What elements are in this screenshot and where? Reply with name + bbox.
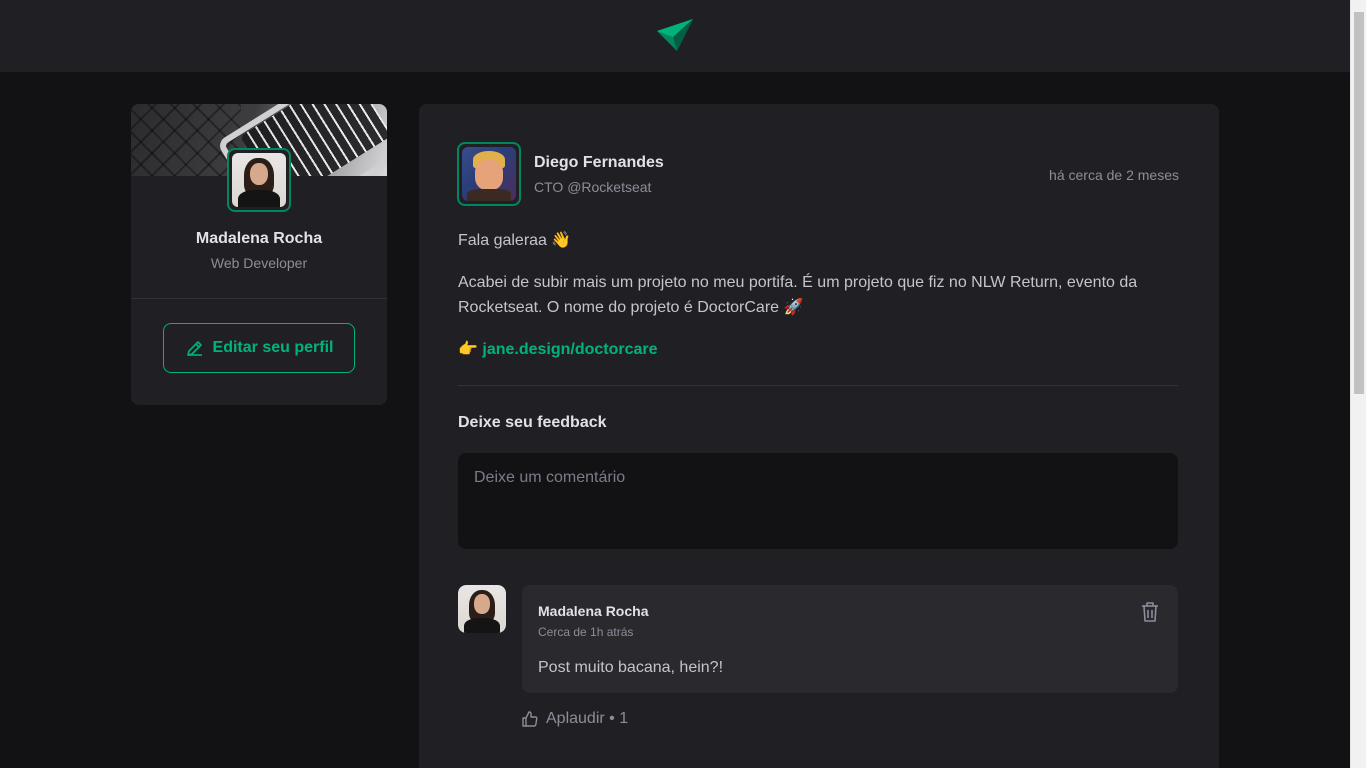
page-scrollbar[interactable] <box>1350 0 1366 768</box>
thumbs-up-icon <box>522 711 538 727</box>
comment-text: Post muito bacana, hein?! <box>538 659 724 676</box>
paper-plane-logo-icon <box>657 19 693 51</box>
sidebar-divider <box>131 298 387 299</box>
post-timestamp: há cerca de 2 meses <box>1049 167 1179 183</box>
post-author-name: Diego Fernandes <box>534 154 664 171</box>
edit-profile-label: Editar seu perfil <box>212 339 334 356</box>
profile-name: Madalena Rocha <box>195 230 323 247</box>
comment-author-name: Madalena Rocha <box>538 603 649 619</box>
applaud-label: Aplaudir • 1 <box>546 710 629 727</box>
comment-timestamp: Cerca de 1h atrás <box>538 625 634 639</box>
edit-profile-button[interactable]: Editar seu perfil <box>163 323 355 373</box>
comment-author-avatar[interactable] <box>458 585 506 633</box>
profile-role: Web Developer <box>210 255 308 271</box>
pencil-icon <box>186 341 202 356</box>
post-greeting: Fala galeraa 👋 <box>458 232 572 249</box>
comment-card: Madalena Rocha Cerca de 1h atrás Post mu… <box>522 585 1178 693</box>
profile-sidebar: Madalena Rocha Web Developer Editar seu … <box>131 104 387 405</box>
post-body: Acabei de subir mais um projeto no meu p… <box>458 274 1138 316</box>
pointing-hand-emoji: 👉 <box>458 341 478 358</box>
profile-avatar[interactable] <box>227 148 291 212</box>
post-author-avatar[interactable] <box>457 142 521 206</box>
feedback-title: Deixe seu feedback <box>458 414 607 431</box>
trash-icon[interactable] <box>1140 601 1160 623</box>
post-card: Diego Fernandes CTO @Rocketseat há cerca… <box>419 104 1219 768</box>
post-link[interactable]: jane.design/doctorcare <box>482 341 657 358</box>
top-header <box>0 0 1350 72</box>
applaud-button[interactable]: Aplaudir • 1 <box>522 710 628 728</box>
post-link-line: 👉 jane.design/doctorcare <box>458 337 1178 362</box>
scrollbar-thumb[interactable] <box>1354 12 1364 394</box>
comment-input[interactable] <box>458 453 1178 549</box>
post-author-role: CTO @Rocketseat <box>534 179 652 195</box>
post-divider <box>458 385 1178 386</box>
